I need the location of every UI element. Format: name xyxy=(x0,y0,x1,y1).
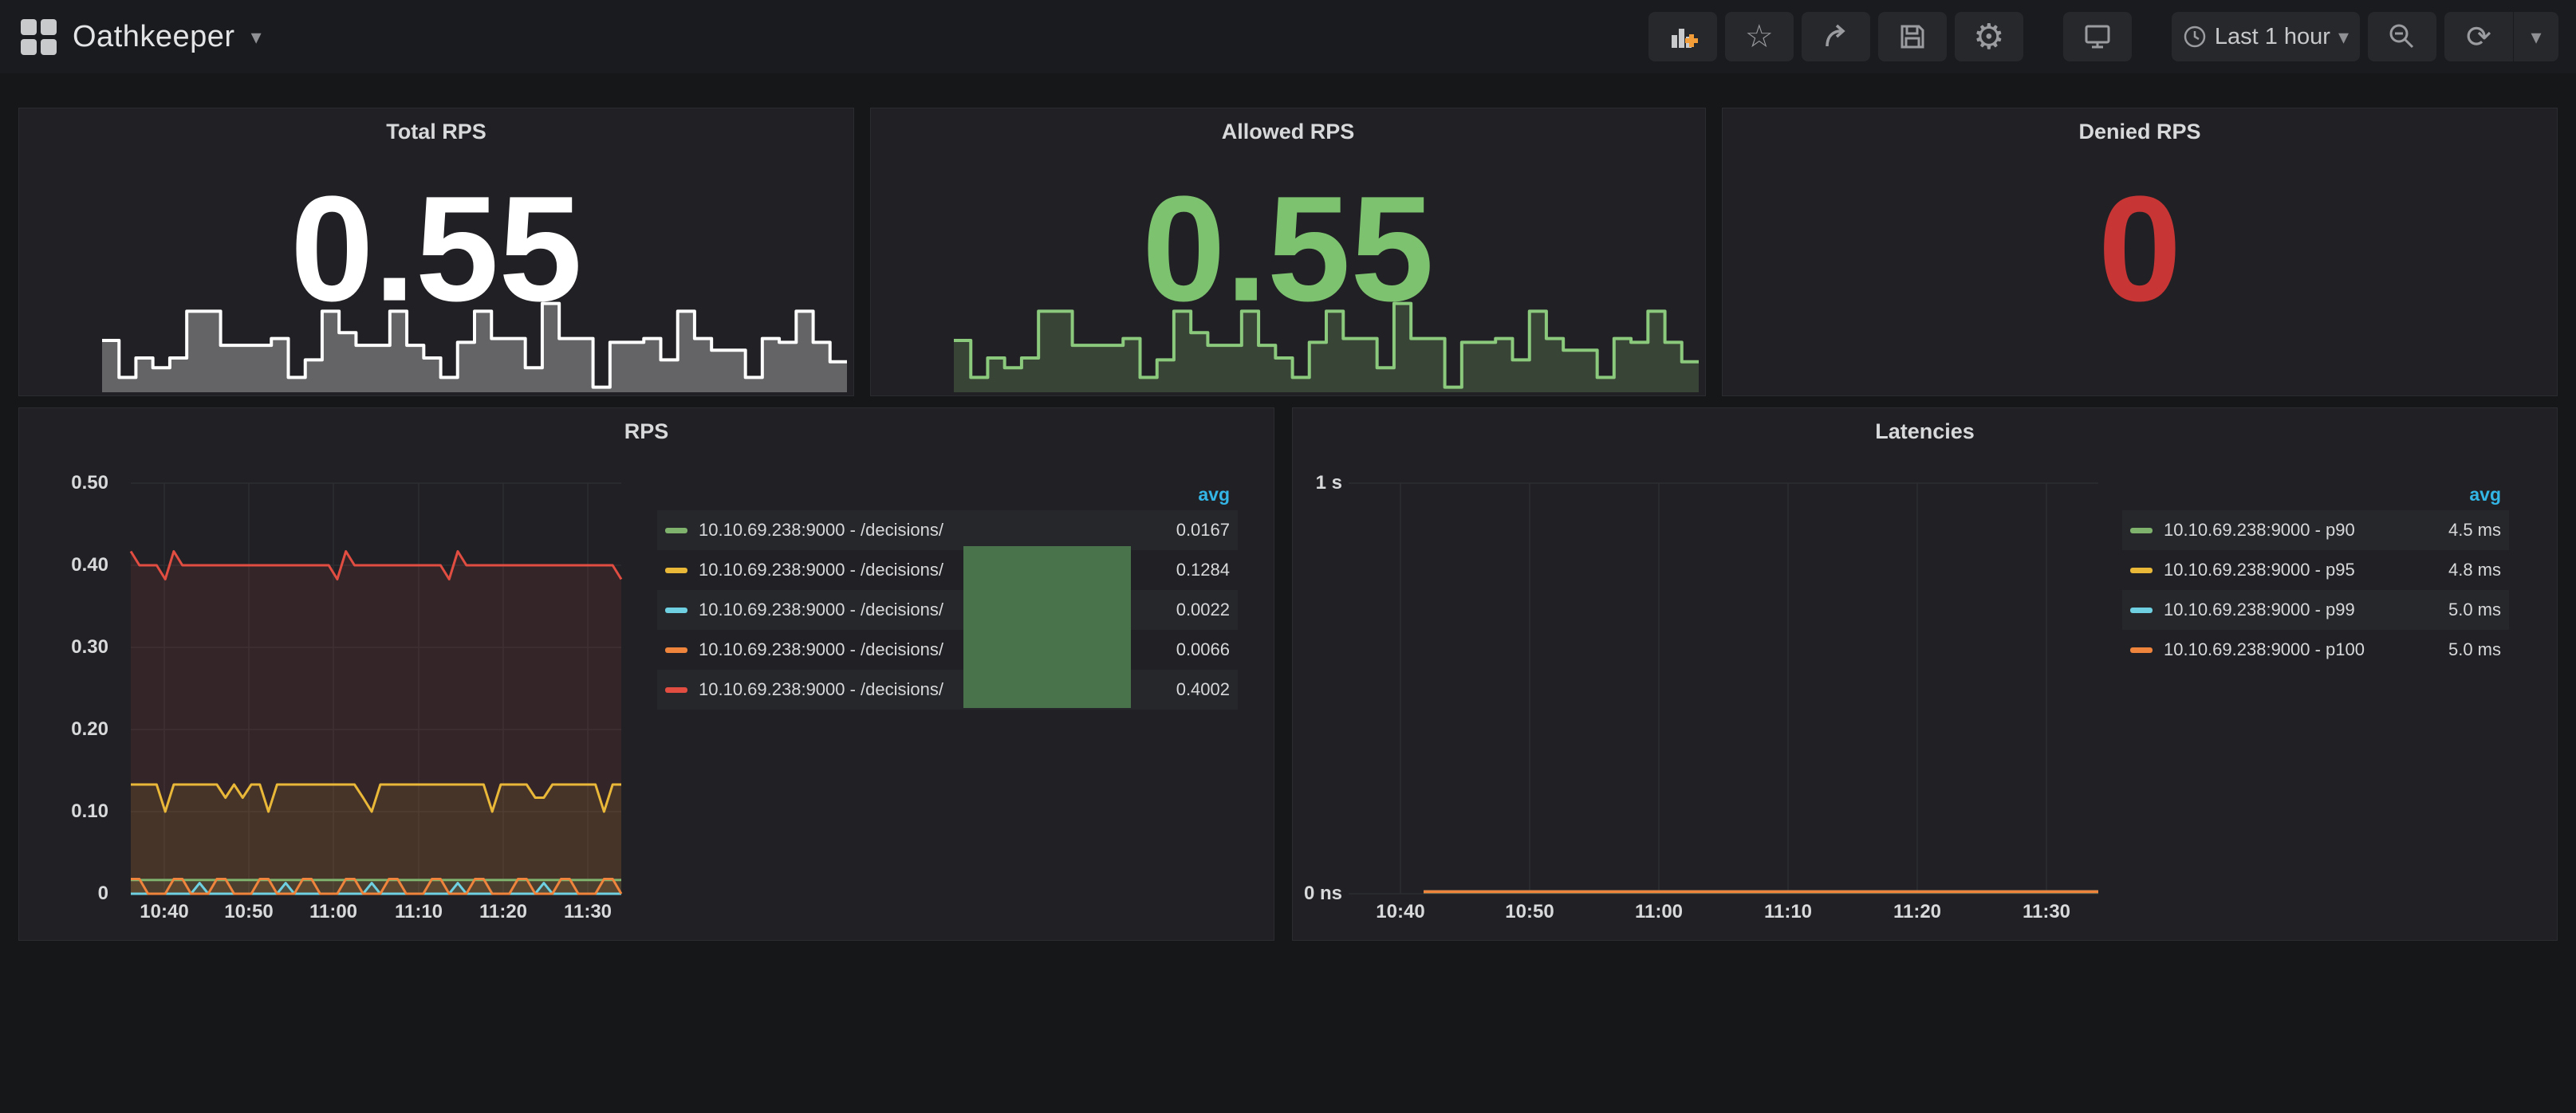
legend-series-color-icon[interactable] xyxy=(665,647,687,653)
legend-series-label[interactable]: 10.10.69.238:9000 - p100 xyxy=(2164,639,2389,660)
legend-series-color-icon[interactable] xyxy=(665,528,687,533)
clock-icon xyxy=(2183,25,2207,49)
legend-avg-value: 0.4002 xyxy=(1118,679,1230,700)
legend-row[interactable]: 10.10.69.238:9000 - p1005.0 ms xyxy=(2122,630,2509,670)
legend-series-color-icon[interactable] xyxy=(2130,608,2153,613)
y-axis-tick: 0.20 xyxy=(19,717,108,742)
legend-series-label[interactable]: 10.10.69.238:9000 - /decisions/ xyxy=(699,520,1118,541)
y-axis-tick: 0 xyxy=(19,881,108,907)
gear-icon: ⚙ xyxy=(1973,17,2004,57)
legend-series-color-icon[interactable] xyxy=(2130,528,2153,533)
cycle-view-button[interactable] xyxy=(2063,12,2132,61)
y-axis-tick: 1 s xyxy=(1293,470,1342,496)
settings-button[interactable]: ⚙ xyxy=(1955,12,2023,61)
star-button[interactable]: ☆ xyxy=(1725,12,1794,61)
x-axis-tick: 11:10 xyxy=(1740,901,1836,923)
x-axis-tick: 11:10 xyxy=(371,901,467,923)
legend-avg-header[interactable]: avg xyxy=(2122,478,2509,510)
legend-series-color-icon[interactable] xyxy=(665,568,687,573)
time-range-caret-icon: ▾ xyxy=(2338,26,2349,47)
stat-value: 0 xyxy=(1723,163,2557,335)
legend-row[interactable]: 10.10.69.238:9000 - /decisions/0.0066 xyxy=(657,630,1238,670)
panel-title[interactable]: Denied RPS xyxy=(1723,120,2557,144)
share-icon xyxy=(1822,22,1850,51)
panel-total-rps: Total RPS 0.55 xyxy=(18,108,854,396)
legend-avg-value: 4.8 ms xyxy=(2389,560,2501,580)
y-axis-tick: 0.10 xyxy=(19,799,108,824)
x-axis-tick: 11:30 xyxy=(1999,901,2094,923)
legend-series-color-icon[interactable] xyxy=(2130,647,2153,653)
legend-series-label[interactable]: 10.10.69.238:9000 - p99 xyxy=(2164,600,2389,620)
dashboard-title-caret-icon[interactable]: ▾ xyxy=(251,26,262,47)
stat-value: 0.55 xyxy=(19,163,853,335)
panel-latencies-graph: Latencies 1 s 0 ns 10:40 10:50 11:00 11:10 11:… xyxy=(1292,407,2558,941)
add-panel-button[interactable] xyxy=(1648,12,1717,61)
stat-value: 0.55 xyxy=(871,163,1705,335)
legend-row[interactable]: 10.10.69.238:9000 - p904.5 ms xyxy=(2122,510,2509,550)
dashboard-grid-icon[interactable] xyxy=(21,19,57,55)
x-axis-tick: 11:20 xyxy=(1869,901,1965,923)
x-axis-tick: 11:30 xyxy=(540,901,636,923)
legend-avg-value: 0.0167 xyxy=(1118,520,1230,541)
y-axis-tick: 0.40 xyxy=(19,553,108,578)
panel-title[interactable]: Latencies xyxy=(1293,419,2557,444)
latencies-chart-area: 1 s 0 ns 10:40 10:50 11:00 11:10 11:20 11:30 xyxy=(1293,408,2138,940)
time-range-picker[interactable]: Last 1 hour ▾ xyxy=(2172,12,2360,61)
legend-series-label[interactable]: 10.10.69.238:9000 - p95 xyxy=(2164,560,2389,580)
legend-series-color-icon[interactable] xyxy=(665,608,687,613)
legend-series-label[interactable]: 10.10.69.238:9000 - p90 xyxy=(2164,520,2389,541)
y-axis-tick: 0.30 xyxy=(19,635,108,660)
zoom-out-button[interactable] xyxy=(2368,12,2436,61)
refresh-button[interactable]: ⟳ xyxy=(2444,12,2513,61)
save-icon xyxy=(1899,23,1926,50)
legend-row[interactable]: 10.10.69.238:9000 - /decisions/0.0022 xyxy=(657,590,1238,630)
legend-avg-header[interactable]: avg xyxy=(657,478,1238,510)
x-axis-tick: 11:00 xyxy=(286,901,381,923)
green-overlay-box xyxy=(963,546,1131,708)
panel-allowed-rps: Allowed RPS 0.55 xyxy=(870,108,1706,396)
legend-avg-value: 5.0 ms xyxy=(2389,639,2501,660)
x-axis-tick: 11:00 xyxy=(1611,901,1707,923)
legend-row[interactable]: 10.10.69.238:9000 - /decisions/0.0167 xyxy=(657,510,1238,550)
legend-avg-value: 5.0 ms xyxy=(2389,600,2501,620)
x-axis-tick: 10:40 xyxy=(116,901,212,923)
dashboard-grid: Total RPS 0.55 Allowed RPS 0.55 Denied R… xyxy=(18,108,2558,941)
x-axis-tick: 10:50 xyxy=(1482,901,1578,923)
dashboard-title[interactable]: Oathkeeper xyxy=(73,20,235,54)
tv-icon xyxy=(2082,22,2113,52)
legend-series-color-icon[interactable] xyxy=(665,687,687,693)
y-axis-tick: 0.50 xyxy=(19,470,108,496)
top-navbar: Oathkeeper ▾ ☆ xyxy=(0,0,2576,73)
legend-row[interactable]: 10.10.69.238:9000 - p954.8 ms xyxy=(2122,550,2509,590)
rps-chart-area: 0.50 0.40 0.30 0.20 0.10 0 10:4010:5011:0011:1… xyxy=(19,408,649,940)
legend-row[interactable]: 10.10.69.238:9000 - p995.0 ms xyxy=(2122,590,2509,630)
refresh-icon: ⟳ xyxy=(2466,19,2491,55)
share-button[interactable] xyxy=(1802,12,1870,61)
legend-avg-value: 0.1284 xyxy=(1118,560,1230,580)
save-button[interactable] xyxy=(1878,12,1947,61)
legend-avg-value: 4.5 ms xyxy=(2389,520,2501,541)
latencies-legend: avg 10.10.69.238:9000 - p904.5 ms10.10.6… xyxy=(2122,478,2509,670)
star-icon: ☆ xyxy=(1745,18,1774,55)
legend-row[interactable]: 10.10.69.238:9000 - /decisions/0.4002 xyxy=(657,670,1238,710)
x-axis-tick: 10:40 xyxy=(1353,901,1448,923)
rps-legend: avg 10.10.69.238:9000 - /decisions/0.016… xyxy=(657,478,1238,710)
rps-chart-canvas[interactable] xyxy=(19,408,649,940)
legend-avg-value: 0.0066 xyxy=(1118,639,1230,660)
panel-denied-rps: Denied RPS 0 xyxy=(1722,108,2558,396)
panel-title[interactable]: Total RPS xyxy=(19,120,853,144)
panel-title[interactable]: RPS xyxy=(19,419,1274,444)
x-axis-tick: 10:50 xyxy=(201,901,297,923)
x-axis-tick: 11:20 xyxy=(455,901,551,923)
zoom-out-icon xyxy=(2388,22,2416,51)
legend-avg-value: 0.0022 xyxy=(1118,600,1230,620)
time-range-label: Last 1 hour xyxy=(2215,24,2330,50)
y-axis-tick: 0 ns xyxy=(1293,881,1342,907)
latencies-chart-canvas[interactable] xyxy=(1293,408,2138,940)
legend-series-color-icon[interactable] xyxy=(2130,568,2153,573)
panel-title[interactable]: Allowed RPS xyxy=(871,120,1705,144)
refresh-interval-button[interactable]: ▾ xyxy=(2514,12,2558,61)
refresh-caret-icon: ▾ xyxy=(2531,26,2541,47)
legend-row[interactable]: 10.10.69.238:9000 - /decisions/0.1284 xyxy=(657,550,1238,590)
